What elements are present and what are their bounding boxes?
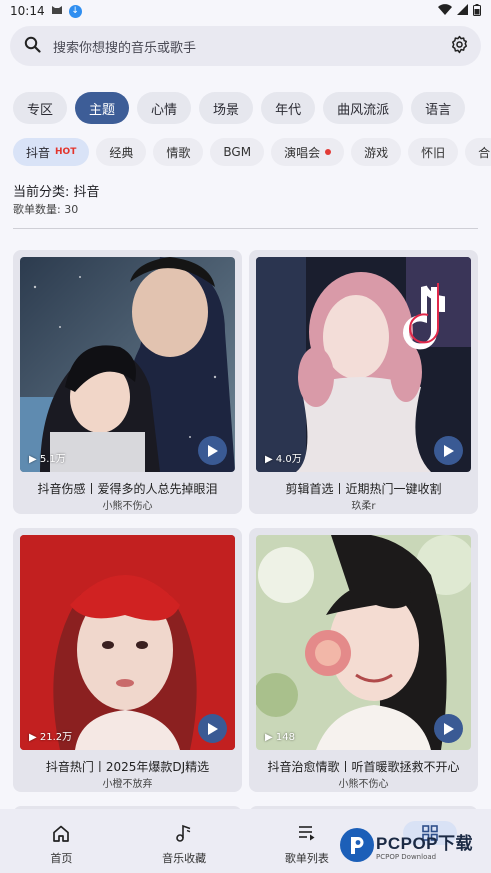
play-icon — [444, 722, 454, 735]
tag-chip-classic[interactable]: 经典 — [96, 138, 147, 166]
play-icon — [208, 722, 218, 735]
play-count-value: 21.2万 — [39, 732, 73, 743]
playlist-count-label: 歌单数量: 30 — [13, 203, 79, 216]
category-chip-mood[interactable]: 心情 — [137, 92, 192, 124]
play-button[interactable] — [434, 714, 463, 743]
category-chip-row: 专区 主题 心情 场景 年代 曲风流派 语言 — [13, 92, 466, 124]
playlist-card[interactable]: ▶ 21.2万 抖音热门丨2025年爆款DJ精选 小橙不放弃 — [13, 528, 242, 792]
category-chip-language[interactable]: 语言 — [411, 92, 466, 124]
search-bar[interactable]: 搜索你想搜的音乐或歌手 — [10, 26, 481, 66]
battery-icon — [473, 3, 481, 19]
tag-label: 情歌 — [166, 145, 191, 160]
new-dot-indicator — [325, 149, 332, 155]
play-count: ▶ 4.0万 — [265, 454, 302, 465]
tag-label: 演唱会 — [284, 145, 321, 160]
play-count-value: 148 — [275, 732, 295, 743]
pcpop-watermark: PCPOP下载 PCPOP Download — [340, 825, 490, 865]
category-chip-era[interactable]: 年代 — [261, 92, 316, 124]
tag-chip-nostalgia[interactable]: 怀旧 — [408, 138, 459, 166]
nav-label: 音乐收藏 — [162, 852, 207, 865]
status-time: 10:14 — [10, 4, 45, 18]
playlist-creator: 小熊不伤心 — [338, 779, 389, 790]
playlist-creator: 小熊不伤心 — [102, 501, 153, 512]
home-icon — [34, 821, 88, 845]
playlist-title: 抖音伤感丨爱得多的人总先掉眼泪 — [37, 482, 218, 496]
playlist-title: 剪辑首选丨近期热门一键收割 — [285, 482, 442, 496]
tag-label: 游戏 — [364, 145, 389, 160]
play-button[interactable] — [198, 714, 227, 743]
playlist-title: 抖音热门丨2025年爆款DJ精选 — [45, 760, 210, 774]
tag-label: 怀旧 — [421, 145, 446, 160]
signal-icon — [457, 4, 468, 18]
category-chip-zone[interactable]: 专区 — [13, 92, 68, 124]
play-button[interactable] — [434, 436, 463, 465]
cat-notification-icon — [51, 4, 63, 18]
playlist-cover-image[interactable]: ▶ 148 — [256, 535, 471, 750]
playlist-cover-image[interactable]: ▶ 4.0万 — [256, 257, 471, 472]
category-chip-scene[interactable]: 场景 — [199, 92, 254, 124]
play-count-value: 5.1万 — [39, 454, 66, 465]
nav-label: 首页 — [50, 852, 73, 865]
play-count: ▶ 21.2万 — [29, 732, 73, 743]
nav-item-music-favorites[interactable]: 音乐收藏 — [123, 809, 246, 873]
play-count-value: 4.0万 — [275, 454, 302, 465]
watermark-title: PCPOP下载 — [376, 834, 474, 853]
playlist-card[interactable]: ▶ 148 抖音治愈情歌丨听首暖歌拯救不开心 小熊不伤心 — [249, 528, 478, 792]
pcpop-logo-icon — [340, 828, 374, 862]
search-icon — [24, 36, 41, 57]
play-icon — [208, 444, 218, 457]
tag-chip-douyin[interactable]: 抖音 HOT — [13, 138, 90, 166]
current-category-label: 当前分类: 抖音 — [13, 185, 100, 200]
tag-chip-concert[interactable]: 演唱会 — [271, 138, 345, 166]
playlist-cover-image[interactable]: ▶ 21.2万 — [20, 535, 235, 750]
play-icon — [444, 444, 454, 457]
tag-label: 抖音 — [26, 145, 51, 160]
play-button[interactable] — [198, 436, 227, 465]
playlist-icon — [280, 821, 334, 845]
category-chip-genre[interactable]: 曲风流派 — [323, 92, 404, 124]
category-chip-theme[interactable]: 主题 — [75, 92, 130, 124]
tag-chip-love-songs[interactable]: 情歌 — [153, 138, 204, 166]
playlist-title: 抖音治愈情歌丨听首暖歌拯救不开心 — [267, 760, 460, 774]
playlist-creator: 玖柔r — [351, 501, 376, 512]
tag-chip-row: 抖音 HOT 经典 情歌 BGM 演唱会 游戏 怀旧 合 — [13, 138, 491, 166]
watermark-subtitle: PCPOP Download — [376, 853, 437, 861]
tag-chip-partial[interactable]: 合 — [465, 138, 491, 166]
status-bar: 10:14 ↓ — [0, 0, 491, 22]
settings-gear-icon[interactable] — [450, 35, 469, 58]
play-count: ▶ 5.1万 — [29, 454, 66, 465]
playlist-card[interactable]: ▶ 5.1万 抖音伤感丨爱得多的人总先掉眼泪 小熊不伤心 — [13, 250, 242, 514]
divider — [13, 228, 478, 229]
hot-badge: HOT — [55, 147, 77, 157]
wifi-icon — [438, 4, 452, 18]
tag-label: 经典 — [109, 145, 134, 160]
playlist-cover-image[interactable]: ▶ 5.1万 — [20, 257, 235, 472]
tag-label: BGM — [223, 145, 252, 159]
nav-label: 歌单列表 — [284, 852, 329, 865]
tag-chip-game[interactable]: 游戏 — [351, 138, 402, 166]
playlist-creator: 小橙不放弃 — [102, 779, 153, 790]
playlist-card[interactable]: ▶ 4.0万 剪辑首选丨近期热门一键收割 玖柔r — [249, 250, 478, 514]
music-note-icon — [157, 821, 211, 845]
tag-chip-bgm[interactable]: BGM — [210, 138, 265, 166]
download-icon: ↓ — [68, 4, 82, 18]
nav-item-home[interactable]: 首页 — [0, 809, 123, 873]
play-count: ▶ 148 — [265, 732, 295, 743]
tag-label: 合 — [478, 145, 491, 160]
search-input[interactable]: 搜索你想搜的音乐或歌手 — [53, 37, 450, 56]
